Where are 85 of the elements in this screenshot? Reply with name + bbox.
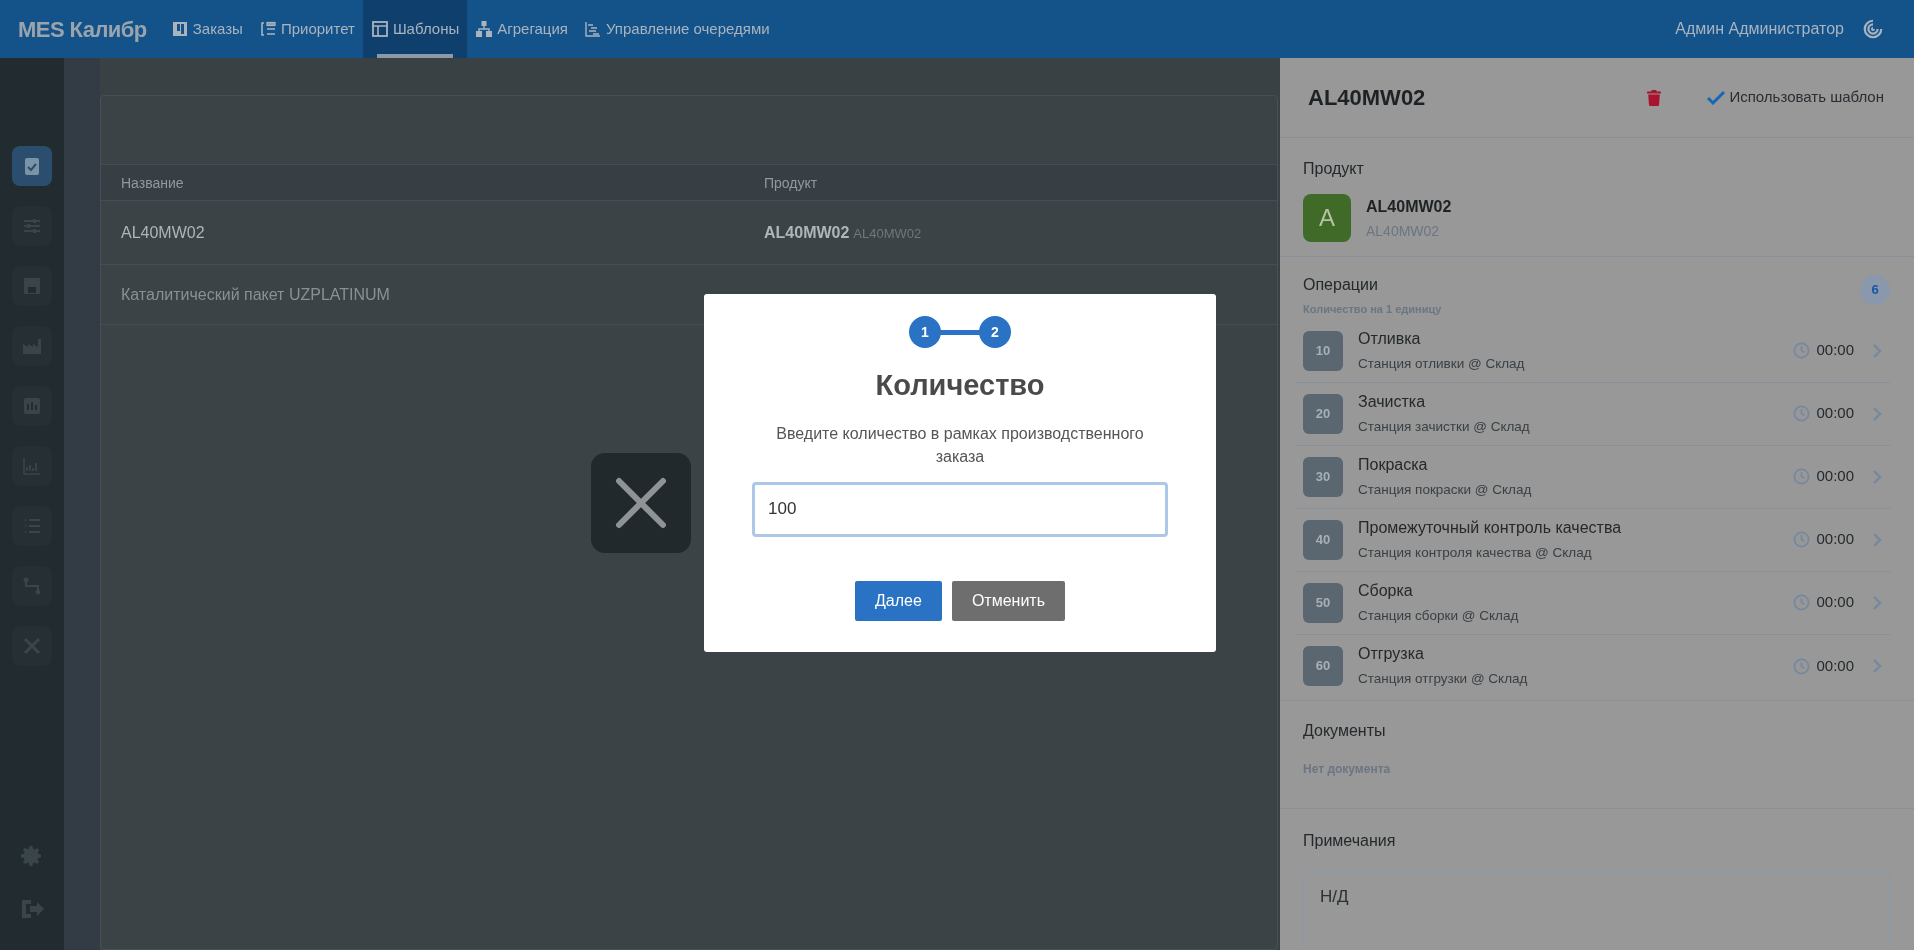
operation-name: Отгрузка [1358, 644, 1425, 665]
logout-icon[interactable] [20, 898, 44, 920]
bar-chart-icon [21, 395, 43, 417]
settings-icon[interactable] [20, 844, 44, 868]
section-heading: Продукт [1303, 159, 1365, 179]
user-name[interactable]: Админ Администратор [1675, 17, 1844, 41]
operation-row[interactable]: 40 Промежуточный контроль качества Станция контроля качества @ Склад 00:00 [1295, 508, 1890, 572]
panel-title: AL40MW02 [1308, 84, 1426, 112]
quantity-field[interactable]: 100 [752, 481, 1168, 537]
product-avatar: A [1303, 194, 1351, 242]
operation-station: Станция сборки @ Склад [1358, 606, 1519, 625]
column-header[interactable]: Продукт [764, 174, 818, 191]
table-cell: Каталитический пакет UZPLATINUM [121, 285, 390, 303]
operation-number: 10 [1303, 330, 1343, 371]
operation-station: Станция отгрузки @ Склад [1358, 670, 1528, 689]
checkmark-icon [1707, 89, 1726, 106]
operation-station: Станция контроля качества @ Склад [1358, 543, 1593, 562]
operation-name: Покраска [1358, 454, 1429, 475]
cancel-button[interactable]: Отменить [951, 580, 1065, 621]
close-icon [615, 477, 667, 529]
nav-tab[interactable]: Шаблоны [362, 0, 468, 58]
section-heading: Документы [1303, 720, 1387, 741]
operation-station: Станция отливки @ Склад [1358, 354, 1525, 373]
operation-time: 00:00 [1816, 403, 1854, 424]
operation-number: 30 [1303, 456, 1343, 497]
operation-name: Зачистка [1358, 391, 1427, 412]
chevron-right-icon [1872, 405, 1882, 422]
clock-icon [1793, 657, 1811, 675]
product-name: AL40MW02 [764, 222, 850, 243]
chevron-right-icon [1872, 594, 1882, 611]
operation-time: 00:00 [1816, 466, 1854, 487]
nav-tab[interactable]: Управление очередями [575, 0, 778, 58]
step-indicator: 1 [909, 316, 941, 348]
operation-name: Промежуточный контроль качества [1358, 517, 1622, 538]
nav-tab[interactable]: Агрегация [467, 0, 576, 58]
operation-name: Отливка [1358, 328, 1422, 349]
operation-row[interactable]: 20 Зачистка Станция зачистки @ Склад 00:00 [1295, 382, 1890, 446]
chevron-right-icon [1872, 658, 1882, 674]
operation-number: 20 [1303, 393, 1343, 434]
nav-tab[interactable]: Приоритет [250, 0, 363, 58]
section-heading: Операции [1303, 275, 1379, 295]
chevron-right-icon [1872, 531, 1882, 548]
operation-time: 00:00 [1816, 529, 1854, 550]
hierarchy-icon [475, 20, 494, 38]
operation-time: 00:00 [1816, 592, 1854, 613]
dialog-message: Введите количество в рамках производственного заказа [775, 423, 1145, 467]
list-arrows-icon [258, 20, 277, 38]
operation-station: Станция покраски @ Склад [1358, 480, 1532, 499]
operation-time: 00:00 [1816, 655, 1854, 676]
operation-row[interactable]: 50 Сборка Станция сборки @ Склад 00:00 [1295, 571, 1890, 635]
trash-icon[interactable] [1647, 89, 1662, 106]
count-badge: 6 [1860, 275, 1890, 305]
product-name: AL40MW02 [1366, 196, 1452, 217]
operation-number: 60 [1303, 646, 1343, 686]
board-icon [170, 20, 189, 38]
operation-time: 00:00 [1816, 340, 1854, 361]
close-button[interactable] [591, 453, 691, 553]
nav-tab[interactable]: Заказы [162, 0, 251, 58]
step-indicator: 2 [979, 316, 1011, 348]
clock-icon [1793, 405, 1811, 422]
column-header[interactable]: Название [121, 174, 184, 191]
window-icon [370, 20, 389, 38]
operation-number: 40 [1303, 519, 1343, 560]
clock-icon [1793, 531, 1811, 548]
app-logo[interactable]: MES Калибр [18, 12, 147, 46]
section-heading: Примечания [1303, 830, 1397, 851]
operation-row[interactable]: 60 Отгрузка Станция отгрузки @ Склад 00:00 [1295, 634, 1890, 698]
clock-icon [1793, 342, 1811, 359]
notes-field[interactable]: Н/Д [1303, 870, 1890, 950]
use-template-button[interactable]: Использовать шаблон [1707, 86, 1884, 109]
next-button[interactable]: Далее [855, 580, 942, 621]
sidebar-item[interactable] [12, 146, 52, 186]
clock-icon [1793, 594, 1811, 611]
operation-row[interactable]: 10 Отливка Станция отливки @ Склад 00:00 [1295, 319, 1890, 383]
dialog-title: Количество [875, 368, 1045, 403]
table-cell: AL40MW02 [121, 223, 205, 241]
operation-station: Станция зачистки @ Склад [1358, 417, 1530, 436]
clock-icon [1793, 468, 1811, 485]
chevron-right-icon [1872, 468, 1882, 485]
operation-number: 50 [1303, 582, 1343, 623]
operation-name: Сборка [1358, 580, 1414, 601]
gantt-icon [583, 20, 602, 38]
chevron-right-icon [1872, 342, 1882, 359]
logo-swirl-icon[interactable] [1862, 18, 1884, 40]
operation-row[interactable]: 30 Покраска Станция покраски @ Склад 00:00 [1295, 445, 1890, 509]
